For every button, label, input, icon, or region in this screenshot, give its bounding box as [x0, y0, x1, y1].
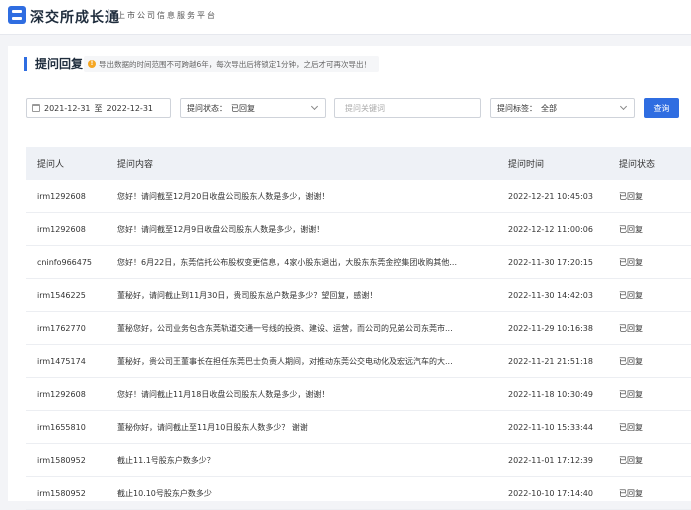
row-asker: irm1762770 [37, 323, 86, 333]
row-content[interactable]: 董秘好，请问截止到11月30日，贵司股东总户数是多少？望回复，感谢！ [107, 290, 498, 301]
row-status: 已回复 [619, 191, 643, 201]
tag-select[interactable]: 提问标签： 全部 [490, 98, 635, 118]
row-time: 2022-11-29 10:16:38 [508, 323, 593, 333]
brand-slogan: 上市公司信息服务平台 [117, 11, 217, 20]
row-time: 2022-12-21 10:45:03 [508, 191, 593, 201]
row-status: 已回复 [619, 290, 643, 300]
questions-table: 提问人 提问内容 提问时间 提问状态 irm1292608 您好！请问截至12月2… [26, 147, 691, 510]
table-row[interactable]: irm1762770 董秘您好，公司业务包含东莞轨道交通一号线的投资、建设、运营，… [26, 312, 691, 345]
header-status: 提问状态 [619, 160, 656, 170]
chevron-down-icon [310, 102, 319, 111]
row-status: 已回复 [619, 488, 643, 498]
calendar-icon [32, 104, 40, 112]
row-content[interactable]: 您好！请问截至12月20日收盘公司股东人数是多少，谢谢！ [107, 191, 498, 202]
table-row[interactable]: irm1580952 截止11.1号股东户数多少？ 2022-11-01 17:12… [26, 444, 691, 477]
row-asker: irm1292608 [37, 224, 86, 234]
date-range-picker[interactable]: 2021-12-31 至 2022-12-31 [26, 98, 171, 118]
table-row[interactable]: irm1292608 您好！请问截至12月9日收盘公司股东人数是多少，谢谢！ 202… [26, 213, 691, 246]
row-asker: cninfo966475 [37, 257, 93, 267]
table-row[interactable]: irm1546225 董秘好，请问截止到11月30日，贵司股东总户数是多少？望回复… [26, 279, 691, 312]
tag-select-label: 提问标签： [497, 103, 537, 113]
row-status: 已回复 [619, 455, 643, 465]
chevron-down-icon [619, 102, 628, 111]
tag-select-value: 全部 [541, 103, 557, 113]
keyword-input[interactable]: 提问关键词 [334, 98, 481, 118]
row-content[interactable]: 董秘好，贵公司王董事长在担任东莞巴士负责人期间，对推动东莞公交电动化及宏远汽车的… [107, 356, 498, 367]
date-separator: 至 [94, 103, 103, 113]
table-row[interactable]: cninfo966475 您好！6月22日，东莞信托公布股权变更信息，4家小股东退… [26, 246, 691, 279]
row-time: 2022-11-30 17:20:15 [508, 257, 593, 267]
warning-icon: ! [88, 60, 96, 68]
status-select-label: 提问状态： [187, 103, 227, 113]
row-asker: irm1580952 [37, 488, 86, 498]
row-content[interactable]: 您好！请问截止11月18日收盘公司股东人数是多少，谢谢！ [107, 389, 498, 400]
row-time: 2022-11-21 21:51:18 [508, 356, 593, 366]
row-status: 已回复 [619, 323, 643, 333]
row-status: 已回复 [619, 389, 643, 399]
row-time: 2022-11-18 10:30:49 [508, 389, 593, 399]
row-time: 2022-11-01 17:12:39 [508, 455, 593, 465]
row-asker: irm1580952 [37, 455, 86, 465]
header-content: 提问内容 [117, 160, 154, 170]
row-time: 2022-12-12 11:00:06 [508, 224, 593, 234]
row-time: 2022-11-30 14:42:03 [508, 290, 593, 300]
row-content[interactable]: 您好！请问截至12月9日收盘公司股东人数是多少，谢谢！ [107, 224, 498, 235]
table-header: 提问人 提问内容 提问时间 提问状态 [26, 147, 691, 180]
logo-icon[interactable] [8, 6, 26, 24]
table-row[interactable]: irm1292608 您好！请问截止11月18日收盘公司股东人数是多少，谢谢！ 20… [26, 378, 691, 411]
row-status: 已回复 [619, 224, 643, 234]
row-content[interactable]: 您好！6月22日，东莞信托公布股权变更信息，4家小股东退出，大股东东莞金控集团收… [107, 257, 498, 268]
row-asker: irm1475174 [37, 356, 86, 366]
date-start[interactable]: 2021-12-31 [44, 104, 91, 113]
brand-divider [108, 9, 109, 23]
row-content[interactable]: 董秘您好，公司业务包含东莞轨道交通一号线的投资、建设、运营，而公司的兄弟公司东莞… [107, 323, 498, 334]
row-asker: irm1292608 [37, 389, 86, 399]
keyword-placeholder: 提问关键词 [345, 103, 385, 113]
row-asker: irm1655810 [37, 422, 86, 432]
header-asker: 提问人 [37, 160, 65, 170]
brand-name[interactable]: 深交所成长通 [30, 7, 120, 27]
status-select-value: 已回复 [231, 103, 255, 113]
date-end[interactable]: 2022-12-31 [107, 104, 154, 113]
row-time: 2022-11-10 15:33:44 [508, 422, 593, 432]
row-status: 已回复 [619, 257, 643, 267]
row-time: 2022-10-10 17:14:40 [508, 488, 593, 498]
table-row[interactable]: irm1292608 您好！请问截至12月20日收盘公司股东人数是多少，谢谢！ 20… [26, 180, 691, 213]
table-row[interactable]: irm1580952 截止10.10号股东户数多少 2022-10-10 17:14… [26, 477, 691, 510]
row-asker: irm1546225 [37, 290, 86, 300]
top-bar: 深交所成长通 上市公司信息服务平台 [0, 0, 691, 35]
page-title: 提问回复 [24, 57, 83, 71]
row-content[interactable]: 董秘你好，请问截止至11月10日股东人数多少？ 谢谢 [107, 422, 498, 433]
status-select[interactable]: 提问状态： 已回复 [180, 98, 326, 118]
row-asker: irm1292608 [37, 191, 86, 201]
query-button[interactable]: 查询 [644, 98, 679, 118]
header-time: 提问时间 [508, 160, 545, 170]
main-panel: 提问回复 ! 导出数据的时间范围不可跨越6年，每次导出后将锁定1分钟，之后才可再… [8, 46, 691, 510]
row-content[interactable]: 截止11.1号股东户数多少？ [107, 455, 498, 466]
row-status: 已回复 [619, 422, 643, 432]
row-content[interactable]: 截止10.10号股东户数多少 [107, 488, 498, 499]
export-notice: ! 导出数据的时间范围不可跨越6年，每次导出后将锁定1分钟，之后才可再次导出！ [84, 56, 380, 72]
row-status: 已回复 [619, 356, 643, 366]
table-row[interactable]: irm1475174 董秘好，贵公司王董事长在担任东莞巴士负责人期间，对推动东莞公… [26, 345, 691, 378]
table-row[interactable]: irm1655810 董秘你好，请问截止至11月10日股东人数多少？ 谢谢 2022… [26, 411, 691, 444]
export-notice-text: 导出数据的时间范围不可跨越6年，每次导出后将锁定1分钟，之后才可再次导出！ [99, 59, 372, 69]
